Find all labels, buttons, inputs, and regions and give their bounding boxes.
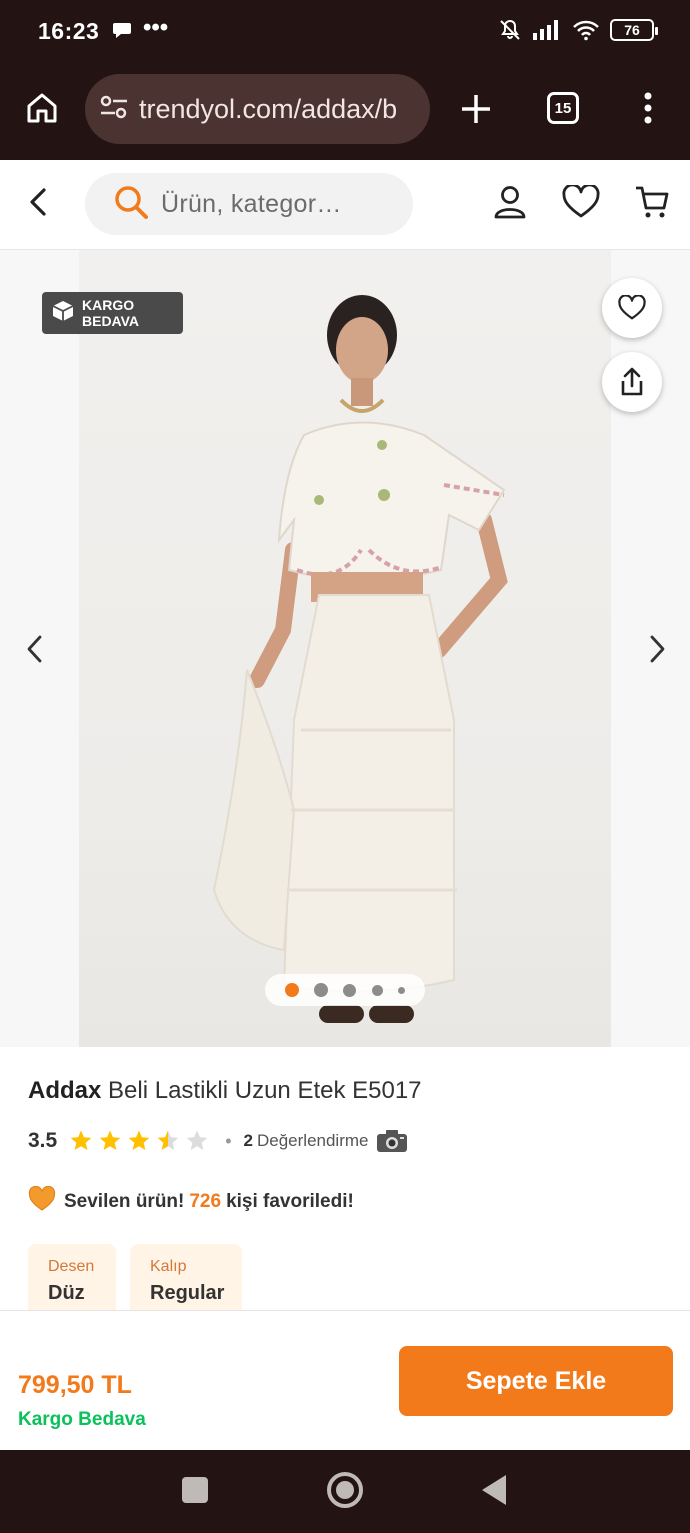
camera-icon [377, 1130, 408, 1152]
star-icon [99, 1130, 121, 1150]
attribute-fit: Kalıp Regular [130, 1244, 242, 1310]
signal-icon [533, 20, 558, 40]
model-illustration [212, 295, 508, 1023]
gallery-dot[interactable] [284, 983, 299, 997]
product-photo[interactable] [79, 250, 611, 1047]
attribute-value: Düz [48, 1282, 85, 1304]
gallery-dot[interactable] [371, 984, 383, 996]
recents-button[interactable] [182, 1477, 208, 1503]
tab-count: 15 [554, 99, 572, 117]
price: 799,50 TL [18, 1371, 132, 1399]
gallery-pagination[interactable] [265, 974, 425, 1006]
add-to-cart-button[interactable]: Sepete Ekle [399, 1346, 673, 1416]
badge-text: KARGO BEDAVA [82, 297, 139, 329]
share-button[interactable] [602, 352, 662, 412]
heart-icon [618, 295, 646, 320]
cart-icon[interactable] [634, 184, 670, 225]
shipping-info: Kargo Bedava [18, 1409, 146, 1430]
gallery-dot[interactable] [343, 983, 357, 997]
chat-notification-icon [112, 20, 132, 45]
search-bar[interactable] [85, 173, 413, 235]
tabs-icon[interactable]: 15 [547, 92, 579, 124]
rating-separator: • [225, 1130, 232, 1151]
search-input[interactable] [161, 189, 361, 219]
home-button[interactable] [327, 1472, 363, 1508]
product-brand[interactable]: Addax [28, 1077, 101, 1104]
home-icon[interactable] [24, 90, 60, 131]
attribute-key: Desen [48, 1258, 95, 1275]
product-name: Beli Lastikli Uzun Etek E5017 [108, 1077, 422, 1104]
plus-icon[interactable] [459, 92, 493, 131]
favorite-button[interactable] [602, 278, 662, 338]
orange-heart-icon [28, 1185, 56, 1218]
rating-score: 3.5 [28, 1129, 58, 1152]
browser-toolbar: trendyol.com/addax/b 15 [0, 62, 690, 160]
wifi-icon [573, 20, 599, 41]
battery-level: 76 [624, 22, 640, 38]
address-bar[interactable]: trendyol.com/addax/b [85, 74, 430, 144]
purchase-bar: 799,50 TL Kargo Bedava Sepete Ekle [0, 1310, 690, 1450]
user-icon[interactable] [492, 184, 528, 225]
favorite-suffix: kişi favoriledi! [226, 1191, 354, 1212]
battery-indicator: 76 [610, 19, 658, 41]
status-bar: 16:23 ••• 76 [0, 0, 690, 62]
star-icon [128, 1130, 150, 1150]
badge-line-1: KARGO [82, 297, 135, 313]
box-icon [52, 300, 74, 327]
gallery-dot[interactable] [398, 986, 406, 994]
review-label: Değerlendirme [256, 1131, 369, 1150]
status-more-dots: ••• [143, 14, 169, 41]
favorite-prefix: Sevilen ürün! [64, 1191, 185, 1212]
badge-line-2: BEDAVA [82, 313, 140, 329]
star-icon [157, 1130, 179, 1150]
back-icon[interactable] [26, 186, 52, 223]
tune-icon[interactable] [99, 94, 129, 125]
url-text: trendyol.com/addax/b [139, 93, 398, 124]
mute-bell-icon [500, 19, 520, 40]
system-nav-bar [0, 1450, 690, 1533]
favorite-count: 726 [189, 1191, 222, 1212]
share-icon [621, 367, 643, 396]
chevron-left-icon[interactable] [24, 633, 46, 670]
star-icon [186, 1130, 208, 1150]
product-gallery[interactable]: KARGO BEDAVA [0, 250, 690, 1047]
chevron-right-icon[interactable] [646, 633, 668, 670]
menu-icon[interactable] [638, 90, 658, 131]
heart-icon[interactable] [562, 183, 600, 224]
review-count: 2 [243, 1131, 253, 1150]
attribute-value: Regular [150, 1282, 225, 1304]
status-time: 16:23 [38, 18, 100, 44]
attribute-key: Kalıp [150, 1258, 187, 1275]
attribute-pattern: Desen Düz [28, 1244, 116, 1310]
favorite-info: Sevilen ürün! 726 kişi favoriledi! [28, 1185, 354, 1218]
gallery-dot[interactable] [314, 983, 329, 997]
free-shipping-badge: KARGO BEDAVA [42, 292, 183, 334]
rating-row[interactable]: 3.5 • 2 Değerlendirme [28, 1126, 408, 1156]
back-button[interactable] [482, 1475, 506, 1505]
app-header [0, 160, 690, 250]
star-icon [70, 1130, 92, 1150]
status-right-icons: 76 [498, 18, 658, 42]
search-icon [113, 184, 149, 225]
product-title: Addax Beli Lastikli Uzun Etek E5017 [28, 1077, 422, 1105]
rating-stars [69, 1129, 209, 1153]
